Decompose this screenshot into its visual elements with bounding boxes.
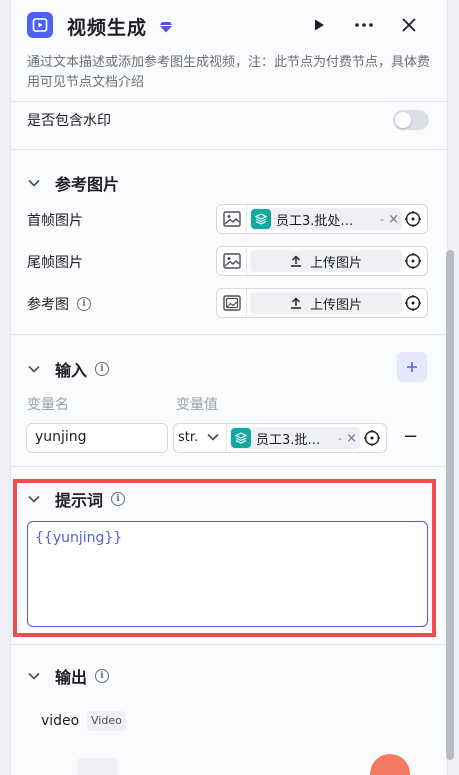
variable-target-icon[interactable] — [405, 211, 421, 227]
node-title: 视频生成 — [67, 17, 148, 39]
output-type-tag-partial — [77, 758, 117, 775]
chevron-down-icon — [27, 492, 41, 506]
close-button[interactable] — [396, 12, 422, 38]
info-icon[interactable]: i — [111, 492, 126, 506]
remove-input-button[interactable]: − — [403, 426, 418, 447]
section-input[interactable]: 输入 i — [27, 357, 110, 381]
chip-separator: - — [380, 212, 385, 226]
chevron-down-icon[interactable] — [207, 433, 219, 441]
section-reference-images[interactable]: 参考图片 — [27, 171, 119, 195]
header: 视频生成 — [11, 0, 447, 52]
node-panel: 视频生成 通过文本描述或添加参考图生成视频，注：此节点为付费节点，具体费用可见节… — [10, 0, 448, 775]
watermark-label: 是否包含水印 — [27, 113, 111, 129]
image-icon — [223, 253, 241, 269]
output-name: video — [41, 713, 80, 729]
upload-ref-image-button[interactable]: 上传图片 — [250, 292, 402, 314]
more-options-button[interactable] — [351, 12, 377, 38]
chevron-down-icon — [27, 362, 41, 376]
plus-icon — [407, 362, 417, 372]
image-icon — [223, 211, 241, 227]
divider — [11, 466, 447, 467]
info-icon[interactable]: i — [95, 362, 110, 376]
divider — [11, 101, 447, 102]
divider — [226, 424, 227, 452]
clear-reference-button[interactable]: × — [346, 431, 357, 446]
section-title: 输入 — [55, 361, 88, 380]
upload-label: 上传图片 — [309, 297, 362, 313]
chip-text: 员工3.批… — [256, 432, 321, 448]
divider — [11, 334, 447, 335]
ref-image-label: 参考图 — [27, 297, 69, 313]
divider — [11, 149, 447, 150]
divider — [246, 247, 247, 275]
layers-icon — [251, 209, 271, 229]
upload-icon — [290, 297, 301, 309]
column-header-value: 变量值 — [176, 397, 218, 413]
section-title: 提示词 — [55, 491, 104, 510]
node-description: 通过文本描述或添加参考图生成视频，注：此节点为付费节点，具体费用可见节点文档介绍 — [27, 55, 431, 90]
toggle-knob — [395, 112, 411, 128]
run-button[interactable] — [306, 12, 332, 38]
add-input-button[interactable] — [397, 352, 427, 382]
ref-image-label-row: 参考图 i — [27, 294, 91, 314]
variable-name-input[interactable]: yunjing — [26, 423, 168, 453]
variable-target-icon[interactable] — [405, 295, 421, 311]
video-node-icon — [27, 12, 53, 38]
last-frame-field: 上传图片 — [216, 246, 428, 276]
info-icon[interactable]: i — [77, 297, 91, 311]
first-frame-label: 首帧图片 — [27, 213, 83, 229]
output-name-partial — [41, 759, 77, 775]
section-title: 参考图片 — [55, 175, 120, 194]
chevron-down-icon — [27, 669, 41, 683]
column-header-name: 变量名 — [27, 397, 69, 413]
upload-last-frame-button[interactable]: 上传图片 — [250, 250, 402, 272]
info-icon[interactable]: i — [95, 669, 110, 683]
premium-gem-icon — [159, 18, 173, 37]
variable-reference-chip[interactable]: 员工3.批… - × — [230, 427, 360, 449]
upload-icon — [290, 255, 301, 267]
section-prompt[interactable]: 提示词 i — [27, 487, 126, 511]
clear-reference-button[interactable]: × — [388, 212, 399, 227]
ref-image-field: 上传图片 — [216, 288, 428, 318]
variable-target-icon[interactable] — [405, 253, 421, 269]
divider — [246, 289, 247, 317]
chevron-down-icon — [27, 176, 41, 190]
image-stack-icon — [223, 295, 241, 311]
divider — [11, 644, 447, 645]
prompt-textarea[interactable]: {{yunjing}} — [27, 521, 428, 627]
divider — [246, 205, 247, 233]
vertical-scrollbar[interactable] — [446, 250, 454, 760]
chip-separator: - — [338, 431, 343, 445]
layers-icon — [231, 428, 251, 448]
watermark-toggle[interactable] — [393, 110, 429, 130]
chip-text: 员工3.批处… — [276, 213, 354, 229]
upload-label: 上传图片 — [309, 255, 362, 271]
last-frame-label: 尾帧图片 — [27, 255, 83, 271]
type-select[interactable]: str. — [178, 430, 198, 445]
first-frame-field: 员工3.批处… - × — [216, 204, 428, 234]
variable-value-field: str. 员工3.批… - × — [173, 423, 387, 453]
section-output[interactable]: 输出 i — [27, 664, 110, 688]
variable-target-icon[interactable] — [364, 430, 380, 446]
first-frame-reference-chip[interactable]: 员工3.批处… - × — [250, 208, 402, 230]
section-title: 输出 — [55, 668, 88, 687]
output-type-tag: Video — [87, 711, 126, 731]
